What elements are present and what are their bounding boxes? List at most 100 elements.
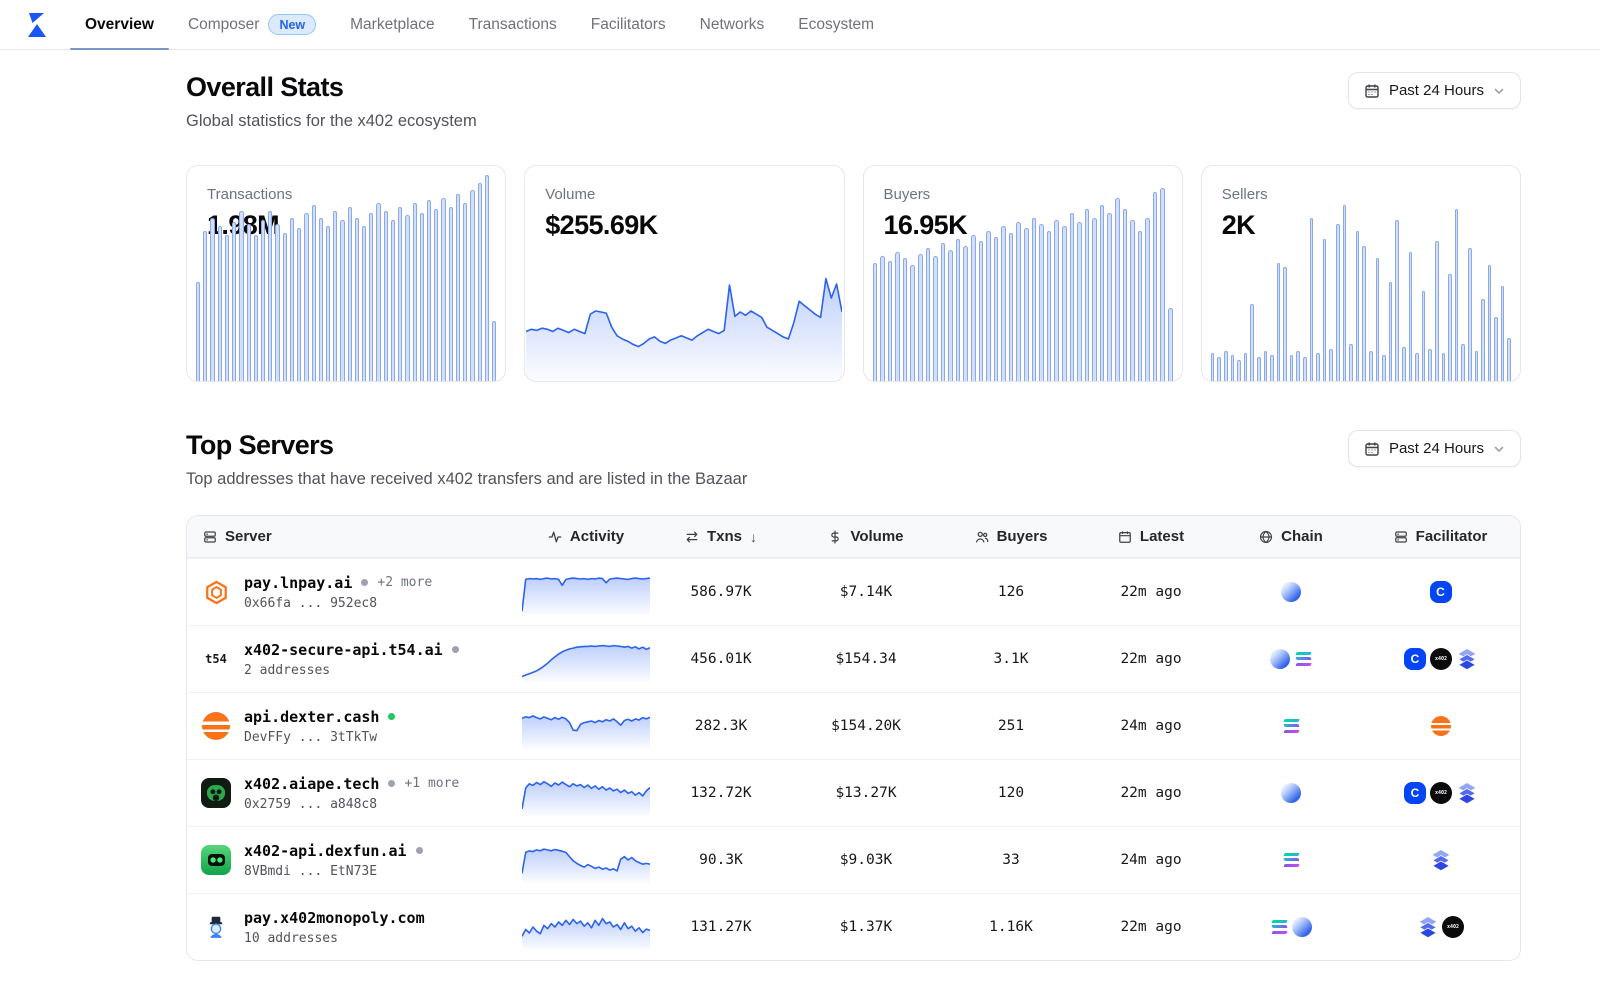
server-name[interactable]: pay.x402monopoly.com [244,909,425,927]
volume-value: $154.20K [791,718,941,734]
buyers-bar-chart [873,166,1173,381]
activity-sparkline [522,703,650,749]
calendar-icon [1364,83,1380,99]
tab-composer[interactable]: ComposerNew [171,0,333,49]
activity-sparkline [522,569,650,615]
table-header: Server Activity Txns ↓ Volume Buyers [187,516,1520,558]
col-facilitator[interactable]: Facilitator [1361,528,1520,545]
dexter-icon [1431,716,1451,736]
solana-icon [1282,719,1300,734]
facilitator-icons [1361,850,1520,871]
server-address: 0x66fa ... 952ec8 [244,596,432,611]
tab-networks[interactable]: Networks [683,0,782,49]
tab-label: Facilitators [591,16,666,34]
col-chain[interactable]: Chain [1221,528,1361,545]
activity-sparkline [522,770,650,816]
server-name[interactable]: pay.lnpay.ai [244,574,352,592]
buyers-value: 3.1K [941,651,1081,667]
calendar-icon [1118,530,1132,544]
server-cell[interactable]: pay.x402monopoly.com 10 addresses [187,909,521,946]
server-address: DevFFy ... 3tTkTw [244,730,404,745]
chain-icons [1221,649,1361,669]
server-cell[interactable]: x402.aiape.tech +1 more 0x2759 ... a848c… [187,775,521,812]
buyers-value: 251 [941,718,1081,734]
activity-cell [521,837,651,883]
col-label: Activity [570,528,624,545]
server-name[interactable]: x402.aiape.tech [244,775,379,793]
latest-value: 22m ago [1081,584,1221,600]
calendar-icon [1364,441,1380,457]
activity-cell [521,636,651,682]
time-filter-dropdown[interactable]: Past 24 Hours [1348,72,1521,109]
chevron-down-icon [1493,443,1505,455]
server-icon [203,530,217,544]
tab-overview[interactable]: Overview [68,0,171,49]
monopoly-avatar-icon [201,912,231,942]
col-buyers[interactable]: Buyers [941,528,1081,545]
col-volume[interactable]: Volume [791,528,941,545]
layers-icon [1417,917,1438,938]
col-server[interactable]: Server [187,528,521,545]
latest-value: 22m ago [1081,919,1221,935]
activity-sparkline [522,837,650,883]
server-name[interactable]: api.dexter.cash [244,708,379,726]
col-label: Latest [1140,528,1184,545]
tab-facilitators[interactable]: Facilitators [574,0,683,49]
swap-arrows-icon [685,530,699,544]
coinbase-icon: C [1404,782,1426,804]
buyers-value: 1.16K [941,919,1081,935]
status-dot [388,713,395,720]
tab-transactions[interactable]: Transactions [452,0,574,49]
base-icon [1270,649,1290,669]
time-filter-dropdown[interactable]: Past 24 Hours [1348,430,1521,467]
t54-avatar-icon: t54 [201,644,231,674]
server-cell[interactable]: api.dexter.cash DevFFy ... 3tTkTw [187,708,521,745]
txns-value: 90.3K [651,852,791,868]
coinbase-icon: C [1430,581,1452,603]
server-cell[interactable]: t54 x402-secure-api.t54.ai 2 addresses [187,641,521,678]
table-row[interactable]: x402.aiape.tech +1 more 0x2759 ... a848c… [187,759,1520,826]
sort-desc-icon[interactable]: ↓ [750,529,757,545]
table-row[interactable]: t54 x402-secure-api.t54.ai 2 addresses 4… [187,625,1520,692]
server-cell[interactable]: x402-api.dexfun.ai 8VBmdi ... EtN73E [187,842,521,879]
coinbase-icon: C [1404,648,1426,670]
server-name[interactable]: x402-secure-api.t54.ai [244,641,443,659]
tab-ecosystem[interactable]: Ecosystem [781,0,891,49]
col-txns[interactable]: Txns ↓ [651,528,791,545]
base-icon [1281,582,1301,602]
facilitator-icons: Cx402 [1361,782,1520,804]
buyers-value: 120 [941,785,1081,801]
activity-cell [521,703,651,749]
top-servers-title: Top Servers [186,430,747,461]
stat-cards: Transactions 1.98M Volume $255.69K Buyer… [186,165,1521,382]
server-cell[interactable]: pay.lnpay.ai +2 more 0x66fa ... 952ec8 [187,574,521,611]
tab-marketplace[interactable]: Marketplace [333,0,451,49]
activity-sparkline [522,904,650,950]
globe-icon [1259,530,1273,544]
x402-icon: x402 [1442,916,1464,938]
status-dot [388,780,395,787]
table-row[interactable]: api.dexter.cash DevFFy ... 3tTkTw 282.3K… [187,692,1520,759]
volume-value: $7.14K [791,584,941,600]
table-row[interactable]: pay.x402monopoly.com 10 addresses 131.27… [187,893,1520,960]
table-row[interactable]: pay.lnpay.ai +2 more 0x66fa ... 952ec8 5… [187,558,1520,625]
facilitator-icons: C [1361,581,1520,603]
col-latest[interactable]: Latest [1081,528,1221,545]
table-row[interactable]: x402-api.dexfun.ai 8VBmdi ... EtN73E 90.… [187,826,1520,893]
server-name[interactable]: x402-api.dexfun.ai [244,842,407,860]
layers-icon [1430,850,1451,871]
dexfun-avatar-icon [201,845,231,875]
stat-card-transactions: Transactions 1.98M [186,165,506,382]
col-label: Server [225,528,272,545]
x402-icon: x402 [1430,782,1452,804]
col-label: Facilitator [1416,528,1488,545]
aiape-avatar-icon [201,778,231,808]
facilitator-icons: x402 [1361,916,1520,938]
server-address: 0x2759 ... a848c8 [244,797,459,812]
chain-icons [1221,582,1361,602]
x402-logo-icon[interactable] [24,0,50,49]
top-servers-header: Top Servers Top addresses that have rece… [186,430,1521,489]
buyers-value: 33 [941,852,1081,868]
col-activity[interactable]: Activity [521,528,651,545]
overall-stats-header: Overall Stats Global statistics for the … [186,72,1521,131]
